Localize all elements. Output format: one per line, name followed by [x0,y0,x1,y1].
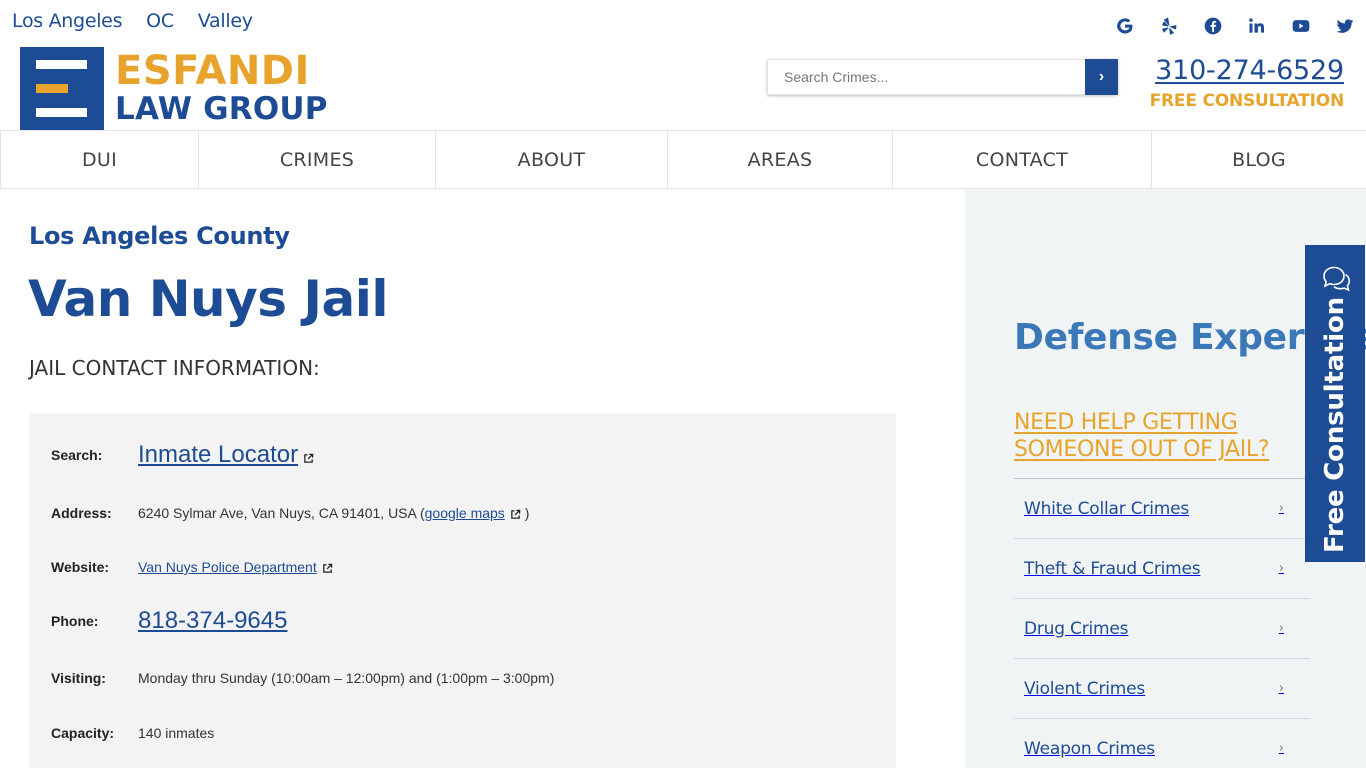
address-text: 6240 Sylmar Ave, Van Nuys, CA 91401, USA… [138,505,425,521]
google-icon[interactable] [1111,15,1138,37]
chevron-right-icon: › [1278,681,1284,696]
chevron-right-icon: › [1278,621,1284,636]
brand-logo[interactable]: ESFANDI LAW GROUP [20,47,328,131]
facebook-icon[interactable] [1199,15,1226,37]
nav-item-blog[interactable]: BLOG [1151,131,1366,188]
sidebar-item-violent-crimes[interactable]: Violent Crimes › [1014,659,1310,719]
info-label-phone: Phone: [51,613,99,629]
address-close: ) [524,505,530,521]
sidebar-item-weapon-crimes[interactable]: Weapon Crimes › [1014,719,1310,768]
info-label-search: Search: [51,447,103,463]
search-submit-button[interactable]: › [1085,59,1118,95]
info-row-capacity: Capacity: 140 inmates [51,725,214,741]
info-label-visiting: Visiting: [51,670,106,686]
logo-wordmark: ESFANDI LAW GROUP [115,47,328,131]
info-row-address: Address: 6240 Sylmar Ave, Van Nuys, CA 9… [51,505,529,521]
inmate-locator-link[interactable]: Inmate Locator [138,441,298,468]
info-row-website: Website: Van Nuys Police Department [51,559,333,575]
linkedin-icon[interactable] [1243,15,1270,37]
nav-item-contact[interactable]: CONTACT [892,131,1151,188]
google-maps-link[interactable]: google maps [425,505,505,521]
nav-item-crimes[interactable]: CRIMES [198,131,435,188]
chat-bubbles-icon [1323,266,1351,292]
region-link-oc[interactable]: OC [146,10,174,32]
header-phone-link[interactable]: 310-274-6529 [1150,55,1344,86]
external-link-icon [304,453,314,463]
jail-phone-link[interactable]: 818-374-9645 [138,607,287,634]
external-link-icon [511,509,521,519]
visiting-hours: Monday thru Sunday (10:00am – 12:00pm) a… [138,670,555,686]
nav-item-dui[interactable]: DUI [0,131,198,188]
sidebar-item-label: Drug Crimes [1024,618,1129,639]
twitter-icon[interactable] [1331,15,1358,37]
info-label-address: Address: [51,505,112,521]
external-link-icon [322,563,332,573]
region-links: Los Angeles OC Valley [12,10,253,32]
website-link[interactable]: Van Nuys Police Department [138,559,317,575]
free-consultation-tab[interactable]: Free Consultation [1305,245,1365,562]
capacity-value: 140 inmates [138,725,215,741]
page-eyebrow: Los Angeles County [29,222,290,250]
nav-item-areas[interactable]: AREAS [667,131,892,188]
info-row-visiting: Visiting: Monday thru Sunday (10:00am – … [51,670,554,686]
header-contact: 310-274-6529 FREE CONSULTATION [1149,55,1345,111]
chevron-right-icon: › [1278,741,1284,756]
info-row-phone: Phone: 818-374-9645 [51,607,287,635]
free-consultation-label: FREE CONSULTATION [1149,91,1345,111]
sidebar-item-white-collar-crimes[interactable]: White Collar Crimes › [1014,479,1310,539]
search-input[interactable] [767,59,1085,95]
sidebar-item-label: Weapon Crimes [1024,738,1155,759]
section-heading: JAIL CONTACT INFORMATION: [29,356,320,380]
search-bar: › [767,59,1118,95]
youtube-icon[interactable] [1287,15,1314,37]
logo-line-2: LAW GROUP [115,91,328,127]
page-title: Van Nuys Jail [28,270,389,328]
social-links [1111,15,1358,37]
practice-area-list: White Collar Crimes › Theft & Fraud Crim… [1014,478,1310,768]
logo-line-1: ESFANDI [115,48,310,94]
nav-item-about[interactable]: ABOUT [435,131,667,188]
chevron-right-icon: › [1278,561,1284,576]
info-label-capacity: Capacity: [51,725,115,741]
chevron-right-icon: › [1278,501,1284,516]
sidebar-item-label: Violent Crimes [1024,678,1146,699]
bail-help-link[interactable]: NEED HELP GETTING SOMEONE OUT OF JAIL? [1014,409,1314,463]
yelp-icon[interactable] [1155,15,1182,37]
sidebar-item-drug-crimes[interactable]: Drug Crimes › [1014,599,1310,659]
region-link-los-angeles[interactable]: Los Angeles [12,10,122,32]
main-nav: DUI CRIMES ABOUT AREAS CONTACT BLOG [0,130,1366,189]
info-label-website: Website: [51,559,110,575]
jail-info-box: Search: Inmate Locator Address: 6240 Syl… [29,413,896,768]
sidebar-item-label: White Collar Crimes [1024,498,1190,519]
region-link-valley[interactable]: Valley [198,10,253,32]
logo-mark-icon [20,47,104,131]
sidebar-item-label: Theft & Fraud Crimes [1024,558,1201,579]
info-row-search: Search: Inmate Locator [51,441,314,469]
sidebar-item-theft-fraud-crimes[interactable]: Theft & Fraud Crimes › [1014,539,1310,599]
free-consultation-tab-label: Free Consultation [1320,297,1350,553]
